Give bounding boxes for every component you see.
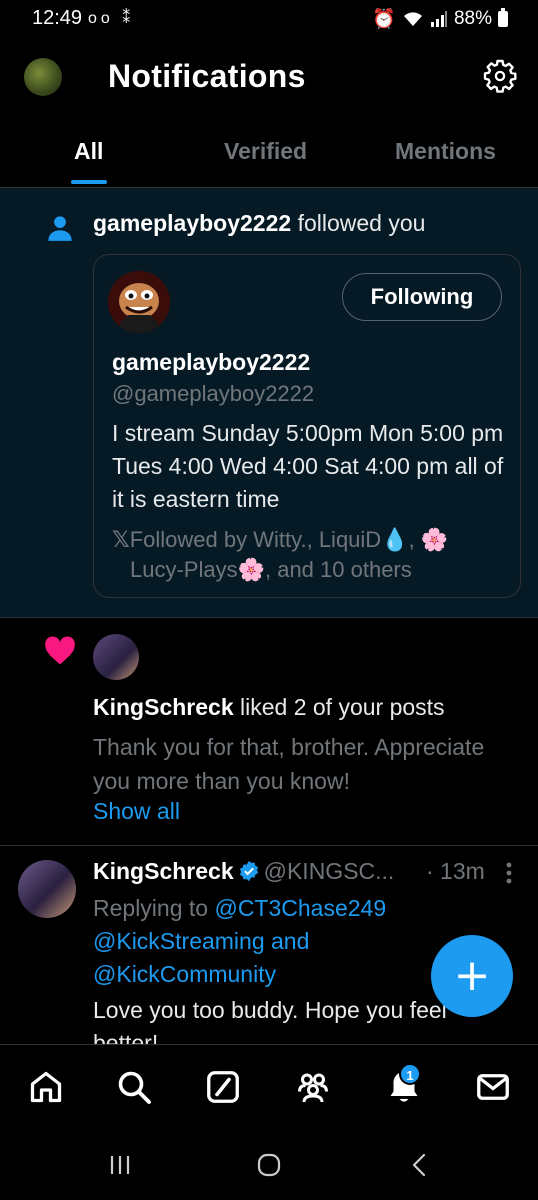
page-title: Notifications [108, 58, 306, 94]
home-button-icon[interactable] [254, 1150, 284, 1180]
card-display-name[interactable]: gameplayboy2222 [112, 349, 310, 376]
follow-action: followed you [297, 210, 426, 236]
wifi-icon [403, 12, 422, 26]
tweet-header: KingSchreck @KINGSC... [93, 858, 394, 885]
notification-tabs: All Verified Mentions [0, 118, 538, 188]
like-action: liked 2 of your posts [240, 694, 445, 720]
liker-avatar[interactable] [93, 634, 139, 680]
battery-percent: 88% [453, 8, 492, 29]
settings-gear-icon[interactable] [482, 58, 518, 94]
cartoon-avatar-image [108, 271, 170, 333]
x-logo-icon: 𝕏 [112, 527, 130, 552]
liker-username[interactable]: KingSchreck [93, 694, 234, 720]
bottom-navigation: 1 [0, 1044, 538, 1130]
more-options-icon[interactable] [506, 862, 512, 884]
card-bio: I stream Sunday 5:00pm Mon 5:00 pm Tues … [112, 420, 504, 512]
like-notification-text: KingSchreck liked 2 of your posts [93, 694, 445, 721]
signal-icon [430, 11, 447, 27]
mention-link-3[interactable]: @KickCommunity [93, 961, 276, 987]
followed-by-line2: Lucy-Plays🌸, and 10 others [130, 557, 412, 582]
followed-by-text: 𝕏Followed by Witty., LiquiD💧, 🌸 Lucy-Pla… [112, 525, 512, 585]
grok-icon[interactable] [205, 1069, 241, 1105]
messages-icon[interactable] [475, 1069, 511, 1105]
tweet-timestamp: · 13m [426, 858, 485, 884]
tab-verified[interactable]: Verified [224, 138, 307, 165]
communities-icon[interactable] [295, 1069, 331, 1105]
back-icon[interactable] [405, 1150, 435, 1180]
like-notification[interactable]: KingSchreck liked 2 of your posts Thank … [0, 618, 538, 846]
profile-avatar[interactable] [24, 58, 62, 96]
follow-notification[interactable]: gameplayboy2222 followed you Following g… [0, 188, 538, 618]
card-avatar[interactable] [108, 271, 170, 333]
recent-apps-icon[interactable] [105, 1150, 135, 1180]
active-tab-indicator [71, 180, 107, 184]
followed-by-line1: Followed by Witty., LiquiD💧, 🌸 [129, 527, 449, 552]
app-header: Notifications [0, 38, 538, 118]
tweet-author-name[interactable]: KingSchreck [93, 858, 234, 884]
profile-card[interactable]: Following gameplayboy2222 @gameplayboy22… [93, 254, 521, 598]
verified-badge-icon [239, 860, 258, 882]
battery-icon [498, 8, 508, 27]
tab-mentions[interactable]: Mentions [395, 138, 496, 165]
mention-link-1[interactable]: @CT3Chase249 [214, 895, 386, 921]
alarm-icon: ⏰ [372, 9, 396, 30]
replying-prefix: Replying to [93, 895, 209, 921]
following-button[interactable]: Following [342, 273, 502, 321]
compose-post-button[interactable]: + [431, 935, 513, 1017]
search-icon[interactable] [116, 1069, 152, 1105]
follower-username[interactable]: gameplayboy2222 [93, 210, 291, 236]
heart-icon [45, 636, 75, 665]
tweet-author-handle: @KINGSC... [263, 858, 395, 884]
show-all-link[interactable]: Show all [93, 798, 180, 825]
liked-post-preview: Thank you for that, brother. Appreciate … [93, 734, 485, 794]
tweet-avatar[interactable] [18, 860, 76, 918]
mention-and: and [271, 928, 310, 954]
android-navigation-bar [0, 1130, 538, 1200]
mention-link-2[interactable]: @KickStreaming [93, 928, 265, 954]
card-handle: @gameplayboy2222 [112, 381, 315, 406]
status-notification-icons: oo ⁑ [88, 10, 135, 27]
status-time: 12:49 [32, 7, 83, 29]
home-icon[interactable] [28, 1069, 64, 1105]
status-right: ⏰ 88% [372, 7, 508, 31]
follow-notification-text: gameplayboy2222 followed you [93, 210, 425, 237]
status-bar: 12:49 oo ⁑ ⏰ 88% [0, 0, 538, 38]
person-icon [48, 216, 72, 241]
notification-count-badge: 1 [399, 1063, 421, 1085]
tab-all[interactable]: All [74, 138, 103, 165]
